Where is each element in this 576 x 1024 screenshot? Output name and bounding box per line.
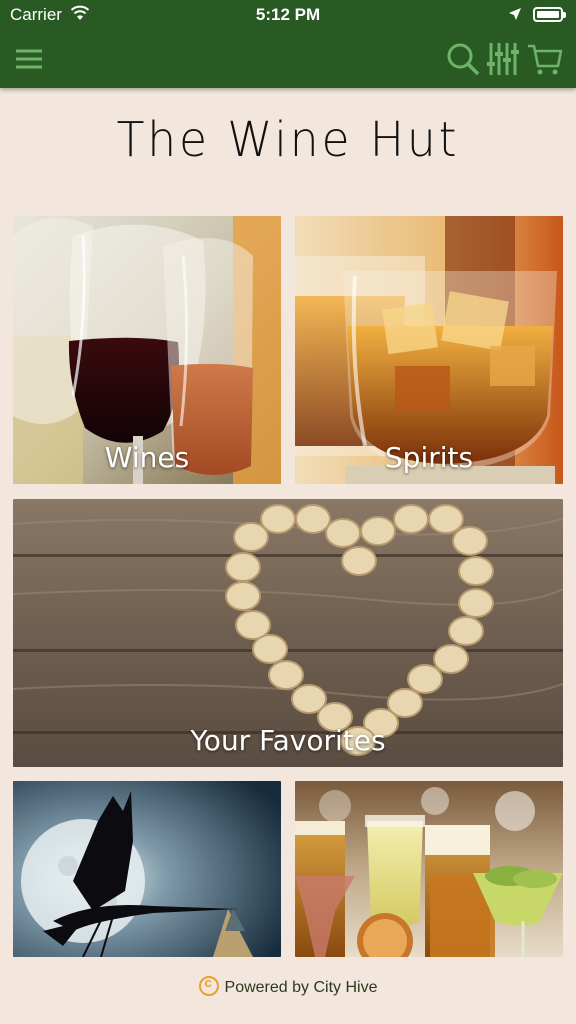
store-title: The Wine Hut — [116, 112, 460, 168]
city-hive-logo-icon — [198, 975, 219, 996]
category-tile-cocktails[interactable] — [295, 781, 563, 957]
navigation-bar — [0, 30, 576, 88]
category-tile-wines[interactable]: Wines — [13, 216, 281, 484]
footer-powered-by: Powered by City Hive — [0, 975, 576, 997]
tile-label-wines: Wines — [104, 441, 190, 474]
clock: 5:12 PM — [255, 5, 321, 24]
location-icon — [508, 6, 522, 26]
tile-label-favorites: Your Favorites — [190, 724, 386, 757]
filter-icon[interactable] — [484, 40, 522, 78]
search-icon[interactable] — [444, 40, 482, 78]
status-bar: Carrier 5:12 PM — [0, 0, 576, 30]
battery-icon — [533, 7, 566, 22]
stork-moon-image — [13, 781, 281, 957]
tile-label-spirits: Spirits — [384, 441, 474, 474]
category-tile-favorites[interactable]: Your Favorites — [13, 499, 563, 767]
category-tile-spirits[interactable]: Spirits — [295, 216, 563, 484]
hamburger-icon[interactable] — [12, 40, 50, 78]
category-tile-stork[interactable] — [13, 781, 281, 957]
cocktails-image — [295, 781, 563, 957]
cart-icon[interactable] — [526, 40, 564, 78]
footer-text: Powered by City Hive — [224, 979, 378, 996]
